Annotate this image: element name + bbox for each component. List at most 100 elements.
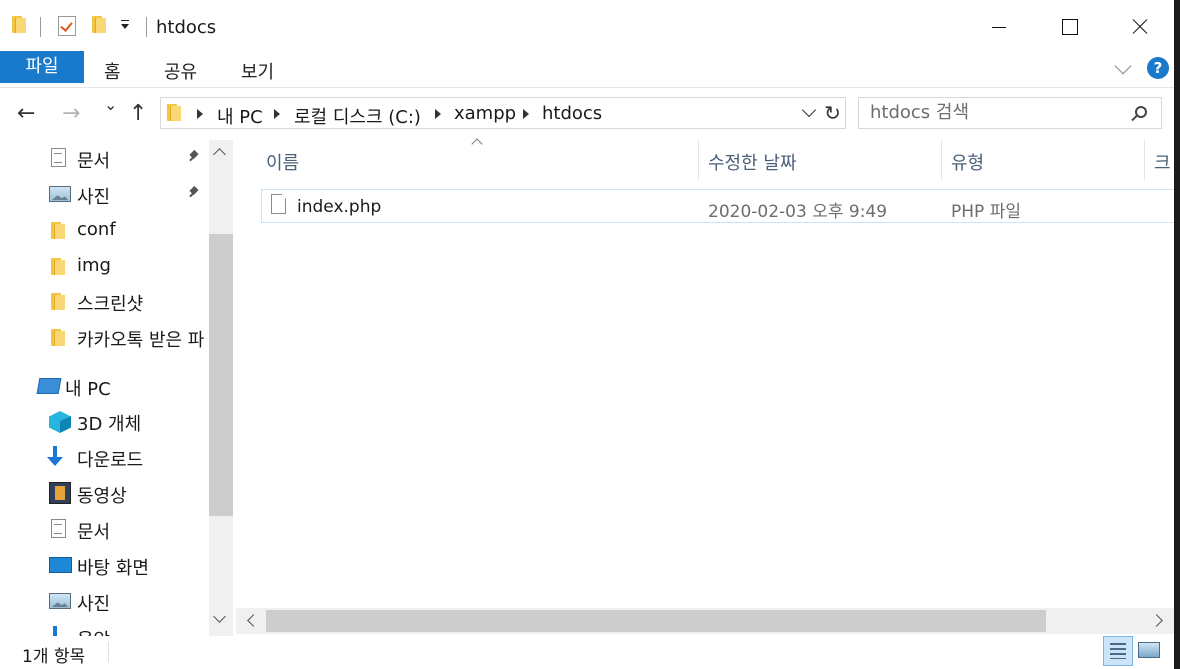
nav-item-pictures[interactable]: 사진: [0, 177, 210, 211]
tab-file[interactable]: 파일: [0, 51, 84, 83]
nav-item-documents[interactable]: 문서: [0, 141, 210, 175]
up-button[interactable]: ↑: [129, 101, 147, 126]
large-icons-view-button[interactable]: [1138, 642, 1160, 658]
minimize-button[interactable]: [964, 0, 1034, 48]
folder-icon: [51, 329, 65, 346]
nav-item-label: 동영상: [77, 486, 127, 507]
crumb-separator[interactable]: [274, 109, 280, 119]
search-input[interactable]: htdocs 검색: [858, 97, 1162, 129]
properties-icon[interactable]: [58, 16, 76, 36]
file-row-index-php[interactable]: index.php 2020-02-03 오후 9:49 PHP 파일: [261, 189, 1177, 223]
nav-item-conf[interactable]: conf: [0, 213, 210, 247]
status-bar: 1개 항목: [0, 636, 1174, 669]
new-folder-icon[interactable]: [92, 16, 106, 33]
videos-icon: [49, 482, 71, 504]
nav-item-label: 바탕 화면: [77, 558, 149, 579]
scrollbar-thumb[interactable]: [209, 234, 233, 516]
nav-item-label: 문서: [77, 522, 111, 543]
scroll-up-icon[interactable]: [213, 148, 226, 161]
help-button[interactable]: ?: [1147, 57, 1169, 79]
window-folder-icon: [12, 16, 26, 33]
nav-item-documents-pc[interactable]: 문서: [0, 512, 210, 546]
refresh-button[interactable]: ↻: [820, 97, 846, 129]
search-placeholder: htdocs 검색: [870, 102, 970, 123]
nav-item-music[interactable]: 음악: [0, 620, 210, 636]
column-header-label: 수정한 날짜: [708, 153, 797, 174]
nav-item-label: 내 PC: [65, 379, 111, 400]
column-header-modified[interactable]: 수정한 날짜: [699, 140, 941, 180]
nav-item-downloads[interactable]: 다운로드: [0, 440, 210, 474]
forward-button[interactable]: →: [62, 101, 80, 126]
nav-item-label: 음악: [77, 626, 110, 636]
file-modified: 2020-02-03 오후 9:49: [708, 202, 888, 222]
nav-item-3d-objects[interactable]: 3D 개체: [0, 404, 210, 438]
column-header-name[interactable]: 이름: [236, 140, 698, 180]
file-name: index.php: [297, 197, 382, 217]
nav-item-videos[interactable]: 동영상: [0, 476, 210, 510]
computer-icon: [36, 378, 62, 394]
item-count: 1개 항목: [22, 647, 86, 667]
column-header-label: 이름: [266, 153, 300, 174]
recent-locations-button[interactable]: ⌄: [104, 95, 117, 114]
nav-item-label: 사진: [77, 187, 111, 208]
tab-share[interactable]: 공유: [164, 58, 197, 84]
nav-item-kakaotalk[interactable]: 카카오톡 받은 파: [0, 320, 210, 354]
details-view-button[interactable]: [1103, 636, 1133, 666]
maximize-button[interactable]: [1034, 0, 1104, 48]
nav-item-this-pc[interactable]: 내 PC: [0, 369, 210, 403]
downloads-icon: [47, 446, 63, 466]
column-header-label: 크: [1154, 153, 1171, 174]
nav-item-label: img: [77, 255, 111, 276]
window-edge: [1174, 0, 1180, 669]
customize-qat-icon[interactable]: [121, 20, 129, 29]
folder-icon: [51, 293, 65, 310]
tab-home[interactable]: 홈: [104, 58, 121, 84]
php-file-icon: [271, 194, 286, 214]
horizontal-scrollbar[interactable]: [236, 608, 1176, 634]
nav-item-img[interactable]: img: [0, 249, 210, 283]
nav-item-label: 스크린샷: [77, 294, 144, 315]
crumb-htdocs[interactable]: htdocs: [542, 103, 602, 124]
nav-item-label: 3D 개체: [77, 414, 142, 435]
crumb-separator[interactable]: [197, 109, 203, 119]
column-header-type[interactable]: 유형: [942, 140, 1144, 180]
document-icon: [51, 519, 66, 538]
tab-view[interactable]: 보기: [241, 58, 274, 84]
nav-item-desktop[interactable]: 바탕 화면: [0, 548, 210, 582]
qat-separator: [40, 17, 41, 37]
navigation-pane: 문서 사진 conf img 스크린샷 카카오톡 받은 파 내 PC 3D 개체…: [0, 140, 236, 636]
pin-icon: [188, 187, 200, 199]
crumb-separator[interactable]: [523, 109, 529, 119]
nav-item-label: conf: [77, 219, 116, 240]
nav-item-screenshots[interactable]: 스크린샷: [0, 284, 210, 318]
qat-separator: [146, 17, 147, 37]
address-bar[interactable]: 내 PC 로컬 디스크 (C:) xampp htdocs: [160, 97, 846, 129]
file-list: 이름 수정한 날짜 유형 크 index.php 2020-02-03 오후 9…: [236, 138, 1177, 607]
nav-item-label: 카카오톡 받은 파: [77, 330, 205, 351]
desktop-icon: [49, 557, 72, 573]
pictures-icon: [49, 593, 71, 609]
nav-item-label: 문서: [77, 151, 111, 172]
file-type: PHP 파일: [951, 202, 1021, 222]
column-header-label: 유형: [951, 153, 985, 174]
close-button[interactable]: [1104, 0, 1174, 48]
nav-item-label: 다운로드: [77, 450, 144, 471]
crumb-local-disk[interactable]: 로컬 디스크 (C:): [294, 103, 421, 129]
search-icon[interactable]: [1135, 106, 1147, 118]
window-title: htdocs: [156, 17, 217, 38]
scroll-left-icon[interactable]: [247, 614, 260, 627]
crumb-this-pc[interactable]: 내 PC: [217, 103, 263, 129]
3d-objects-icon: [49, 411, 71, 433]
scrollbar-thumb[interactable]: [266, 610, 1046, 632]
scroll-right-icon[interactable]: [1150, 614, 1163, 627]
expand-ribbon-icon[interactable]: [1114, 57, 1132, 75]
address-dropdown-icon[interactable]: [801, 102, 817, 118]
nav-item-pictures-pc[interactable]: 사진: [0, 584, 210, 618]
scroll-down-icon[interactable]: [213, 610, 226, 623]
crumb-separator[interactable]: [435, 109, 441, 119]
pin-icon: [188, 151, 200, 163]
back-button[interactable]: ←: [17, 101, 35, 126]
column-header-size[interactable]: 크: [1145, 140, 1174, 180]
navigation-pane-scrollbar[interactable]: [209, 140, 233, 636]
crumb-xampp[interactable]: xampp: [454, 103, 516, 124]
